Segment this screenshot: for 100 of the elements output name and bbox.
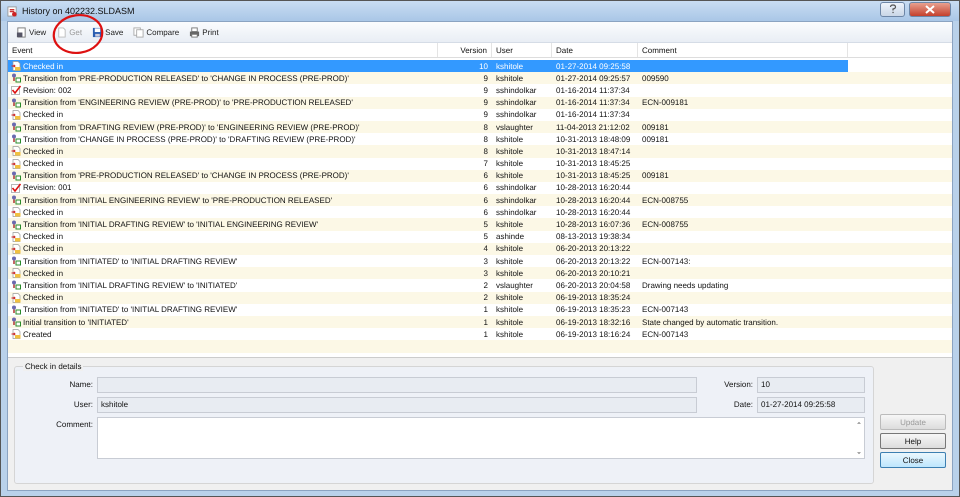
date-cell-text: 06-19-2013 18:35:24 xyxy=(555,293,632,302)
date-cell-text: 10-28-2013 16:20:44 xyxy=(555,183,632,192)
event-text: Checked in xyxy=(23,268,64,278)
user-cell-text: vslaughter xyxy=(495,280,534,290)
date-cell-text: 06-20-2013 20:13:22 xyxy=(555,256,632,266)
close-icon xyxy=(925,4,935,14)
version-cell-text: 1 xyxy=(482,330,489,339)
help-button[interactable] xyxy=(880,2,905,16)
toolbar-button[interactable]: Compare xyxy=(131,26,182,38)
history-row[interactable]: Transition from 'INITIAL DRAFTING REVIEW' to 'INITIATED' 2 vslaughter 06-20-2013 20:04:58 Drawing needs updating xyxy=(8,279,848,292)
dialog-button[interactable]: Help xyxy=(880,433,946,449)
version-cell-text: 4 xyxy=(482,244,489,254)
history-row[interactable]: Transition from 'INITIATED' to 'INITIAL DRAFTING REVIEW' 3 kshitole 06-20-2013 20:13:22 ECN-007143: xyxy=(8,255,848,268)
date-field[interactable]: 01-27-2014 09:25:58 xyxy=(757,397,865,413)
comment-cell-text: ECN-007143 xyxy=(641,305,690,314)
close-button[interactable] xyxy=(909,2,951,16)
date-cell-text: 10-28-2013 16:07:36 xyxy=(555,220,632,230)
version-cell-text: 7 xyxy=(482,159,489,168)
toolbar-button[interactable]: View xyxy=(14,26,48,38)
document-icon xyxy=(16,26,27,38)
version-cell-text: 8 xyxy=(482,122,489,132)
user-cell-text: kshitole xyxy=(495,159,524,168)
question-icon xyxy=(888,4,896,14)
version-field[interactable]: 10 xyxy=(757,377,865,393)
date-cell-text: 01-16-2014 11:37:34 xyxy=(555,98,631,108)
printer-icon xyxy=(189,26,200,38)
event-text: Transition from 'PRE-PRODUCTION RELEASED' to 'CHANGE IN PROCESS (PRE-PROD)' xyxy=(23,74,349,83)
user-cell-text: kshitole xyxy=(495,330,524,339)
comment-field[interactable] xyxy=(97,417,865,459)
column-header[interactable]: Date xyxy=(552,43,638,57)
comment-cell-text: Drawing needs updating xyxy=(641,280,730,290)
date-cell-text: 06-20-2013 20:10:21 xyxy=(555,268,632,278)
version-cell-text: 6 xyxy=(482,183,489,192)
version-cell-text: 6 xyxy=(482,196,489,205)
date-cell-text: 11-04-2013 21:12:02 xyxy=(555,122,631,132)
history-row[interactable]: Revision: 001 6 sshindolkar 10-28-2013 16:20:44 xyxy=(8,182,848,194)
field-label: Comment: xyxy=(55,419,93,429)
comment-cell-text: ECN-008755 xyxy=(641,196,690,205)
comment-cell-text: ECN-008755 xyxy=(641,220,690,230)
column-header[interactable]: Event xyxy=(8,43,438,57)
event-text: Checked in xyxy=(23,110,64,120)
event-text: Transition from 'CHANGE IN PROCESS (PRE-PROD)' to 'DRAFTING REVIEW (PRE-PROD)' xyxy=(23,134,356,144)
event-text: Transition from 'DRAFTING REVIEW (PRE-PROD)' to 'ENGINEERING REVIEW (PRE-PROD)' xyxy=(23,122,360,132)
date-cell-text: 08-13-2013 19:38:34 xyxy=(555,232,632,242)
comment-cell-text: 009181 xyxy=(641,171,670,180)
comment-cell-text: ECN-009181 xyxy=(641,98,690,108)
history-row[interactable]: Checked in 7 kshitole 10-31-2013 18:45:25 xyxy=(8,158,848,170)
date-cell-text: 06-19-2013 18:35:23 xyxy=(555,305,632,314)
user-cell-text: kshitole xyxy=(495,220,524,230)
event-text: Transition from 'INITIAL ENGINEERING REVIEW' to 'PRE-PRODUCTION RELEASED' xyxy=(23,196,332,205)
event-text: Created xyxy=(23,330,52,339)
history-row[interactable]: Transition from 'CHANGE IN PROCESS (PRE-PROD)' to 'DRAFTING REVIEW (PRE-PROD)' 8 kshitole 10-31-2013 18:48:09 009181 xyxy=(8,133,848,146)
date-cell-text: 06-20-2013 20:13:22 xyxy=(555,244,632,254)
comment-cell-text: 009590 xyxy=(641,74,670,83)
column-header[interactable]: Version xyxy=(438,43,492,57)
version-cell-text: 6 xyxy=(482,208,489,217)
event-text: Transition from 'INITIAL DRAFTING REVIEW' to 'INITIAL ENGINEERING REVIEW' xyxy=(23,220,318,230)
comment-cell-text: ECN-007143 xyxy=(641,330,690,339)
dialog-button[interactable]: Close xyxy=(880,452,946,468)
history-row[interactable]: Revision: 002 9 sshindolkar 01-16-2014 11:37:34 xyxy=(8,84,848,97)
history-row[interactable]: Created 1 kshitole 06-19-2013 18:16:24 ECN-007143 xyxy=(8,328,848,340)
toolbar-button[interactable]: Print xyxy=(187,26,221,38)
event-text: Checked in xyxy=(23,232,64,242)
toolbar-button[interactable]: Save xyxy=(90,26,126,38)
group-title: Check in details xyxy=(23,362,84,371)
date-cell-text: 01-27-2014 09:25:58 xyxy=(555,62,632,71)
history-row[interactable]: Checked in 9 sshindolkar 01-16-2014 11:37:34 xyxy=(8,108,848,121)
version-cell-text: 8 xyxy=(482,146,489,156)
user-cell-text: kshitole xyxy=(495,74,524,83)
history-row[interactable]: Checked in 6 sshindolkar 10-28-2013 16:20:44 xyxy=(8,206,848,218)
event-text: Checked in xyxy=(23,146,64,156)
column-header[interactable]: User xyxy=(492,43,552,57)
event-text: Checked in xyxy=(23,208,64,217)
event-text: Checked in xyxy=(23,244,64,254)
history-row[interactable]: Transition from 'INITIATED' to 'INITIAL DRAFTING REVIEW' 1 kshitole 06-19-2013 18:35:23 ECN-007143 xyxy=(8,304,848,316)
event-text: Transition from 'PRE-PRODUCTION RELEASED' to 'CHANGE IN PROCESS (PRE-PROD)' xyxy=(23,171,349,180)
user-cell-text: kshitole xyxy=(495,256,524,266)
user-cell-text: sshindolkar xyxy=(495,86,538,95)
event-text: Checked in xyxy=(23,62,64,71)
user-field[interactable]: kshitole xyxy=(97,397,697,413)
name-field[interactable] xyxy=(97,377,697,393)
version-cell-text: 1 xyxy=(482,318,489,327)
comment-cell-text: ECN-007143: xyxy=(641,256,692,266)
user-cell-text: kshitole xyxy=(495,293,524,302)
version-cell-text: 2 xyxy=(482,280,489,290)
version-cell-text: 9 xyxy=(482,74,489,83)
event-text: Checked in xyxy=(23,159,64,168)
comment-cell-text: State changed by automatic transition. xyxy=(641,318,780,327)
column-header[interactable]: Comment xyxy=(638,43,848,57)
user-cell-text: vslaughter xyxy=(495,122,534,132)
version-cell-text: 6 xyxy=(482,171,489,180)
history-row[interactable]: Checked in 5 ashinde 08-13-2013 19:38:34 xyxy=(8,230,848,243)
user-cell-text: kshitole xyxy=(495,146,524,156)
user-cell-text: kshitole xyxy=(495,134,524,144)
user-cell-text: ashinde xyxy=(495,232,526,242)
documents-icon xyxy=(133,26,144,38)
user-cell-text: kshitole xyxy=(495,244,524,254)
date-cell-text: 06-20-2013 20:04:58 xyxy=(555,280,632,290)
document-arrow-icon xyxy=(11,61,21,72)
date-cell-text: 01-16-2014 11:37:34 xyxy=(555,110,631,120)
